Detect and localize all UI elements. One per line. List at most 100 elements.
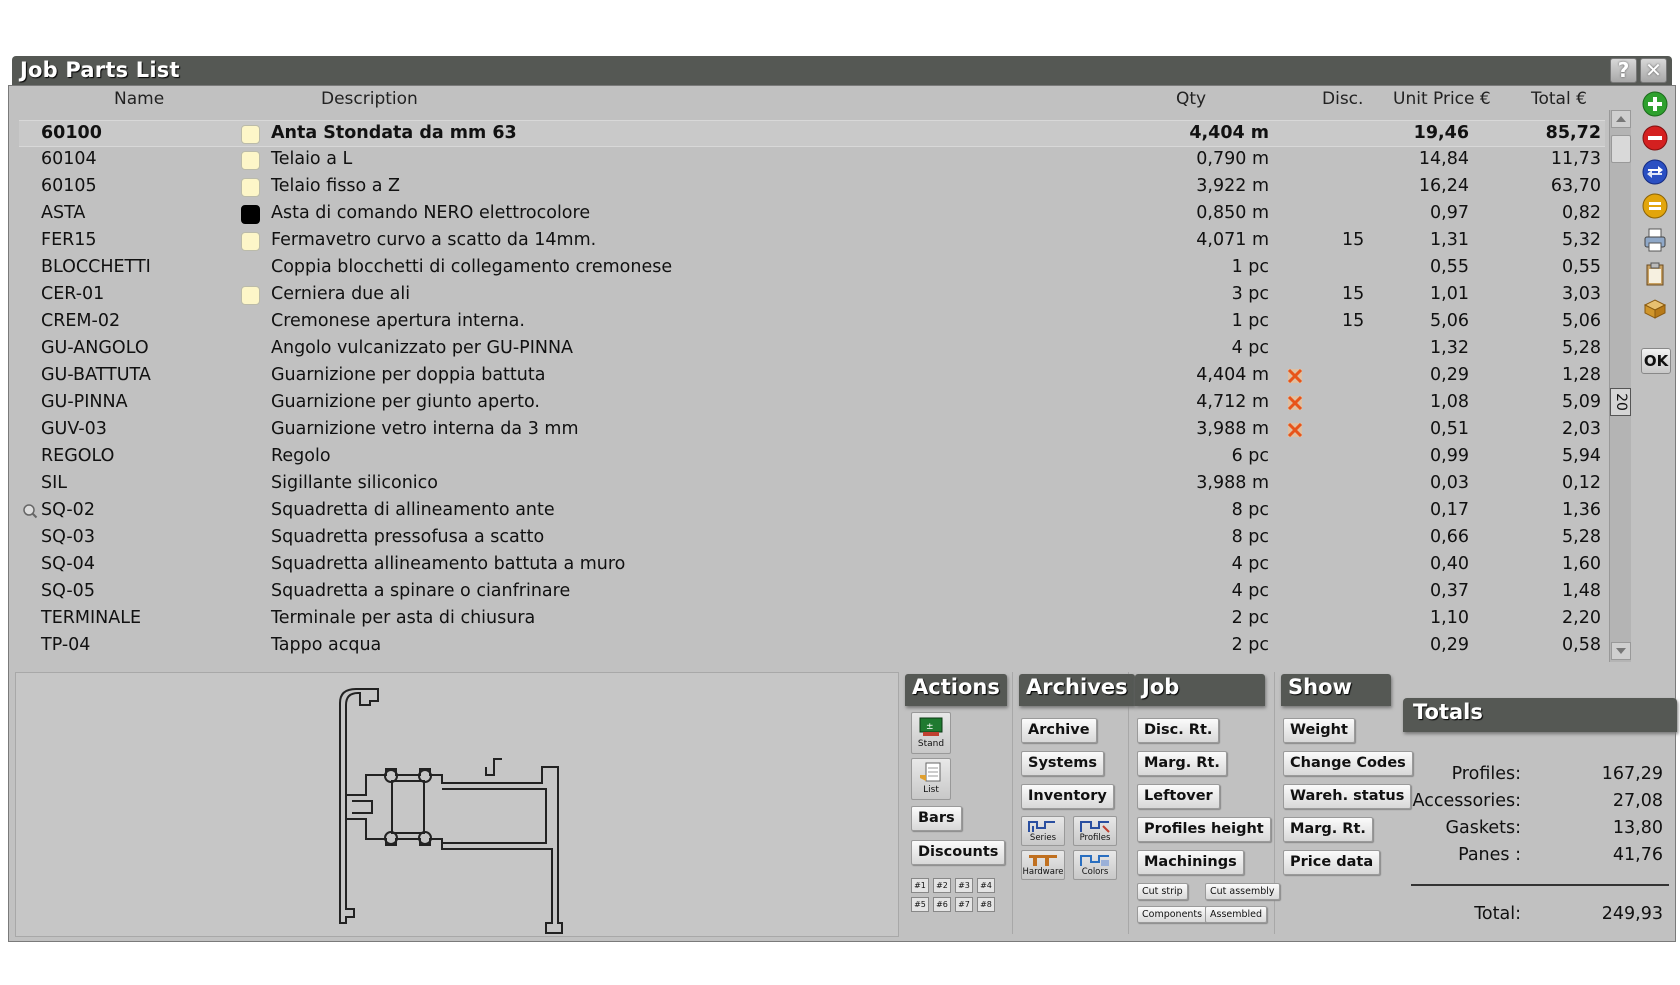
magnifier-icon[interactable] xyxy=(22,503,38,519)
profiles-button[interactable]: Profiles xyxy=(1073,816,1117,846)
discount-preset-1[interactable]: #1 xyxy=(911,878,929,893)
cell-total: 2,03 xyxy=(1562,419,1601,439)
bars-button[interactable]: Bars xyxy=(911,806,962,831)
col-disc-header[interactable]: Disc. xyxy=(1322,89,1363,109)
col-qty-header[interactable]: Qty xyxy=(1176,89,1206,109)
list-button[interactable]: List xyxy=(911,758,951,800)
package-button[interactable] xyxy=(1641,294,1671,324)
accessories-total-label: Accessories: xyxy=(1412,791,1521,811)
table-row[interactable]: GU-ANGOLO Angolo vulcanizzato per GU-PINN… xyxy=(19,336,1605,363)
table-row[interactable]: SQ-02 Squadretta di allineamento ante 8 pc… xyxy=(19,498,1605,525)
table-row[interactable]: TERMINALE Terminale per asta di chiusura 2… xyxy=(19,606,1605,633)
discount-preset-3[interactable]: #3 xyxy=(955,878,973,893)
col-name-header[interactable]: Name xyxy=(114,89,164,109)
table-row[interactable]: ASTA Asta di comando NERO elettrocolore 0,… xyxy=(19,201,1605,228)
color-swatch[interactable] xyxy=(241,286,260,305)
profiles-height-button[interactable]: Profiles height xyxy=(1137,817,1271,842)
swap-arrows-icon xyxy=(1642,159,1668,185)
leftover-button[interactable]: Leftover xyxy=(1137,784,1220,809)
series-button[interactable]: Series xyxy=(1021,816,1065,846)
table-row[interactable]: 60105 Telaio fisso a Z 3,922 m 16,24 63,70 xyxy=(19,174,1605,201)
discount-preset-2[interactable]: #2 xyxy=(933,878,951,893)
col-unit-price-header[interactable]: Unit Price € xyxy=(1393,89,1491,109)
cell-unit-price: 19,46 xyxy=(1413,123,1469,143)
table-row[interactable]: SIL Sigillante siliconico 3,988 m 0,03 0,12 xyxy=(19,471,1605,498)
table-row[interactable]: GUV-03 Guarnizione vetro interna da 3 mm 3… xyxy=(19,417,1605,444)
warehouse-status-button[interactable]: Wareh. status xyxy=(1283,784,1412,809)
table-row[interactable]: CREM-02 Cremonese apertura interna. 1 pc 15… xyxy=(19,309,1605,336)
discount-preset-5[interactable]: #5 xyxy=(911,897,929,912)
machinings-button[interactable]: Machinings xyxy=(1137,850,1244,875)
col-total-header[interactable]: Total € xyxy=(1531,89,1587,109)
col-description-header[interactable]: Description xyxy=(321,89,418,109)
profile-preview xyxy=(15,672,899,937)
excluded-x-icon[interactable] xyxy=(1285,393,1305,413)
cut-strip-button[interactable]: Cut strip xyxy=(1137,883,1188,900)
table-row[interactable]: GU-PINNA Guarnizione per giunto aperto. 4,… xyxy=(19,390,1605,417)
cell-unit-price: 0,40 xyxy=(1430,554,1469,574)
color-swatch[interactable] xyxy=(241,125,260,144)
colors-button[interactable]: Colors xyxy=(1073,850,1117,880)
table-row[interactable]: REGOLO Regolo 6 pc 0,99 5,94 xyxy=(19,444,1605,471)
assembled-button[interactable]: Assembled xyxy=(1205,906,1268,923)
cut-assembly-button[interactable]: Cut assembly xyxy=(1205,883,1280,900)
cell-name: CER-01 xyxy=(41,284,105,304)
print-button[interactable] xyxy=(1641,226,1671,256)
archive-button[interactable]: Archive xyxy=(1021,718,1097,743)
add-row-button[interactable] xyxy=(1641,90,1671,120)
marg-rt-button[interactable]: Marg. Rt. xyxy=(1137,751,1227,776)
scroll-up-arrow[interactable] xyxy=(1611,110,1631,128)
color-swatch[interactable] xyxy=(241,205,260,224)
table-row[interactable]: SQ-05 Squadretta a spinare o cianfrinare 4… xyxy=(19,579,1605,606)
price-data-button[interactable]: Price data xyxy=(1283,850,1381,875)
scroll-down-arrow[interactable] xyxy=(1611,642,1631,660)
excluded-x-icon[interactable] xyxy=(1285,420,1305,440)
table-row[interactable]: FER15 Fermavetro curvo a scatto da 14mm. 4… xyxy=(19,228,1605,255)
close-button[interactable]: ✕ xyxy=(1640,58,1667,83)
table-scrollbar[interactable]: 20 xyxy=(1609,110,1631,662)
table-row[interactable]: 60104 Telaio a L 0,790 m 14,84 11,73 xyxy=(19,147,1605,174)
stand-button[interactable]: ± Stand xyxy=(911,712,951,754)
clipboard-button[interactable] xyxy=(1641,260,1671,290)
job-parts-window: Name Description Qty Disc. Unit Price € … xyxy=(8,85,1677,942)
table-row[interactable]: GU-BATTUTA Guarnizione per doppia battuta… xyxy=(19,363,1605,390)
color-swatch[interactable] xyxy=(241,151,260,170)
discount-preset-7[interactable]: #7 xyxy=(955,897,973,912)
table-row[interactable]: 60100 Anta Stondata da mm 63 4,404 m 19,46 8… xyxy=(19,120,1605,147)
excluded-x-icon[interactable] xyxy=(1285,366,1305,386)
cell-total: 1,48 xyxy=(1562,581,1601,601)
table-row[interactable]: TP-04 Tappo acqua 2 pc 0,29 0,58 xyxy=(19,633,1605,660)
components-button[interactable]: Components xyxy=(1137,906,1208,923)
hardware-button[interactable]: Hardware xyxy=(1021,850,1065,880)
cell-name: TERMINALE xyxy=(41,608,142,628)
cell-name: 60104 xyxy=(41,149,97,169)
weight-button[interactable]: Weight xyxy=(1283,718,1355,743)
discounts-button[interactable]: Discounts xyxy=(911,840,1006,865)
cell-total: 85,72 xyxy=(1545,123,1601,143)
table-row[interactable]: CER-01 Cerniera due ali 3 pc 15 1,01 3,03 xyxy=(19,282,1605,309)
systems-button[interactable]: Systems xyxy=(1021,751,1105,776)
disc-rt-button[interactable]: Disc. Rt. xyxy=(1137,718,1220,743)
colors-profile-icon xyxy=(1080,855,1109,866)
discount-preset-4[interactable]: #4 xyxy=(977,878,995,893)
change-codes-button[interactable]: Change Codes xyxy=(1283,751,1413,776)
replace-button[interactable] xyxy=(1641,158,1671,188)
ok-button[interactable]: OK xyxy=(1641,348,1671,374)
equal-button[interactable] xyxy=(1641,192,1671,222)
show-marg-rt-button[interactable]: Marg. Rt. xyxy=(1283,817,1373,842)
discount-preset-6[interactable]: #6 xyxy=(933,897,951,912)
color-swatch[interactable] xyxy=(241,232,260,251)
color-swatch[interactable] xyxy=(241,178,260,197)
remove-row-button[interactable] xyxy=(1641,124,1671,154)
cell-description: Telaio fisso a Z xyxy=(271,176,401,196)
table-row[interactable]: SQ-04 Squadretta allineamento battuta a m… xyxy=(19,552,1605,579)
cell-description: Squadretta pressofusa a scatto xyxy=(271,527,545,547)
cell-total: 63,70 xyxy=(1550,176,1601,196)
table-row[interactable]: SQ-03 Squadretta pressofusa a scatto 8 pc 0… xyxy=(19,525,1605,552)
inventory-button[interactable]: Inventory xyxy=(1021,784,1114,809)
table-row[interactable]: BLOCCHETTI Coppia blocchetti di collegame… xyxy=(19,255,1605,282)
scroll-thumb[interactable] xyxy=(1611,135,1631,163)
help-button[interactable]: ? xyxy=(1610,58,1637,83)
svg-text:±: ± xyxy=(926,722,934,732)
discount-preset-8[interactable]: #8 xyxy=(977,897,995,912)
